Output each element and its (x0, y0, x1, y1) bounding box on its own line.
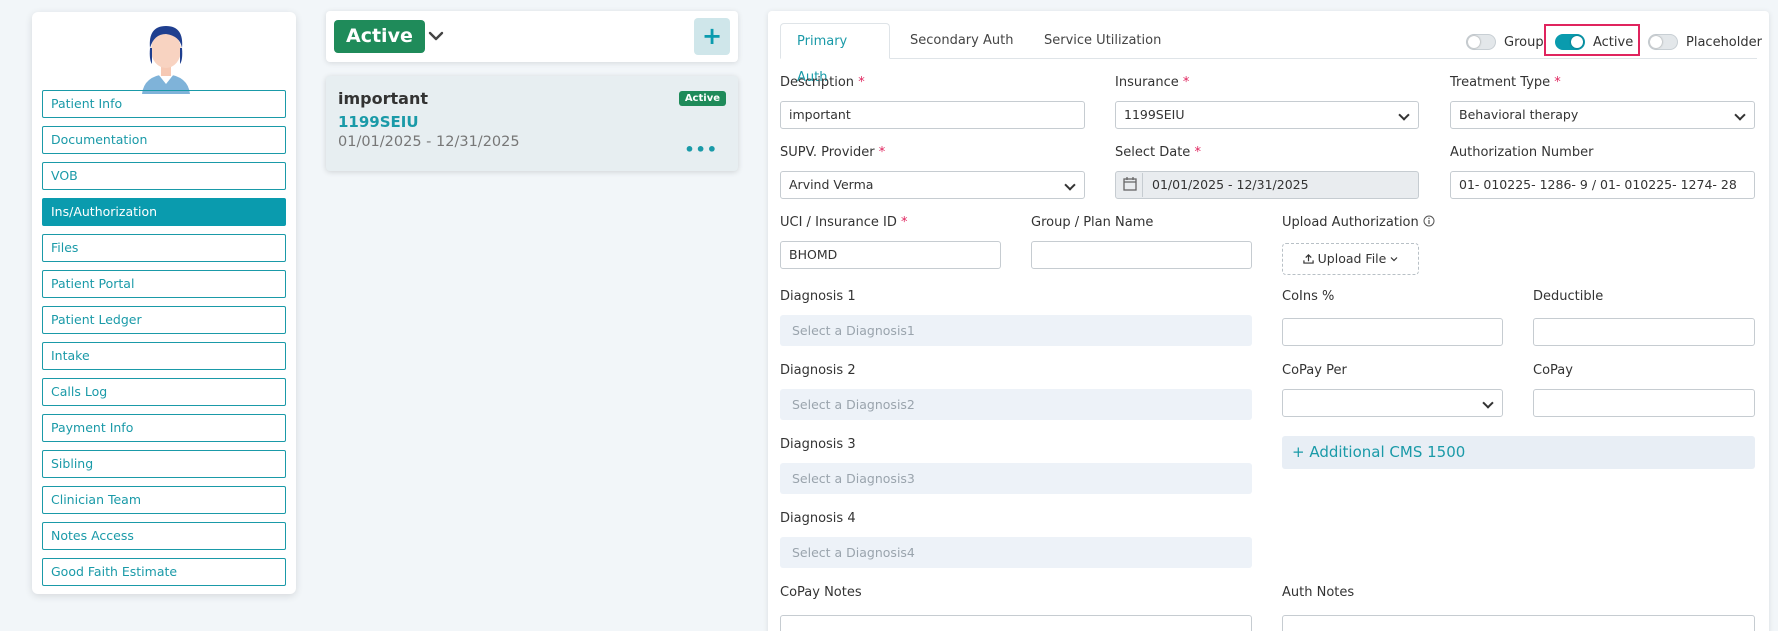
copay-notes-textarea[interactable] (780, 615, 1252, 631)
more-options-icon[interactable]: ••• (684, 140, 718, 159)
diagnosis4-label: Diagnosis 4 (780, 511, 856, 526)
info-icon (1423, 215, 1435, 227)
supv-provider-label: SUPV. Provider * (780, 145, 886, 160)
diagnosis3-label: Diagnosis 3 (780, 437, 856, 452)
calendar-icon (1117, 173, 1143, 197)
additional-cms-1500-button[interactable]: + Additional CMS 1500 (1282, 436, 1755, 469)
insurance-select[interactable]: 1199SEIU (1115, 101, 1419, 129)
auth-list-toolbar: Active + (326, 11, 738, 62)
patient-avatar-icon (142, 26, 190, 94)
sidebar-item-notes-access[interactable]: Notes Access (42, 522, 286, 550)
status-badge: Active (678, 91, 726, 106)
group-toggle[interactable]: Group (1466, 31, 1544, 53)
copay-per-select[interactable] (1282, 389, 1503, 417)
coins-label: CoIns % (1282, 289, 1335, 304)
sidebar-item-sibling[interactable]: Sibling (42, 450, 286, 478)
sidebar-item-calls-log[interactable]: Calls Log (42, 378, 286, 406)
treatment-type-label: Treatment Type * (1450, 75, 1561, 90)
copay-label: CoPay (1533, 363, 1573, 378)
uci-label: UCI / Insurance ID * (780, 215, 908, 230)
sidebar-item-good-faith-estimate[interactable]: Good Faith Estimate (42, 558, 286, 586)
patient-sidebar: Patient Info Documentation VOB Ins/Autho… (32, 12, 296, 594)
authorization-card[interactable]: important Active 1199SEIU 01/01/2025 - 1… (326, 76, 738, 171)
tab-primary-auth[interactable]: Primary Auth (780, 23, 890, 85)
copay-input[interactable] (1533, 389, 1755, 417)
auth-notes-label: Auth Notes (1282, 585, 1355, 600)
sidebar-item-ins-authorization[interactable]: Ins/Authorization (42, 198, 286, 226)
card-title: important (338, 89, 428, 108)
auth-number-input[interactable]: 01- 010225- 1286- 9 / 01- 010225- 1274- … (1450, 171, 1755, 199)
diagnosis4-select[interactable]: Select a Diagnosis4 (780, 537, 1252, 568)
copay-per-label: CoPay Per (1282, 363, 1347, 378)
chevron-down-icon (1390, 257, 1398, 262)
active-switch[interactable] (1555, 34, 1585, 50)
sidebar-item-vob[interactable]: VOB (42, 162, 286, 190)
sidebar-item-intake[interactable]: Intake (42, 342, 286, 370)
placeholder-toggle[interactable]: Placeholder (1648, 31, 1762, 53)
treatment-type-select[interactable]: Behavioral therapy (1450, 101, 1755, 129)
sidebar-item-patient-info[interactable]: Patient Info (42, 90, 286, 118)
supv-provider-select[interactable]: Arvind Verma (780, 171, 1085, 199)
upload-file-label: Upload File (1317, 251, 1387, 266)
tab-secondary-auth[interactable]: Secondary Auth (894, 23, 1029, 59)
date-range-value: 01/01/2025 - 12/31/2025 (1152, 177, 1309, 192)
upload-auth-label: Upload Authorization (1282, 215, 1435, 230)
diagnosis2-label: Diagnosis 2 (780, 363, 856, 378)
copay-notes-label: CoPay Notes (780, 585, 862, 600)
diagnosis1-label: Diagnosis 1 (780, 289, 856, 304)
card-date-range: 01/01/2025 - 12/31/2025 (338, 134, 520, 150)
insurance-label: Insurance * (1115, 75, 1190, 90)
deductible-label: Deductible (1533, 289, 1604, 304)
add-authorization-button[interactable]: + (694, 18, 730, 55)
card-insurance: 1199SEIU (338, 113, 419, 131)
upload-file-button[interactable]: Upload File (1282, 243, 1419, 275)
group-switch[interactable] (1466, 34, 1496, 50)
active-toggle[interactable]: Active (1555, 31, 1633, 53)
diagnosis2-select[interactable]: Select a Diagnosis2 (780, 389, 1252, 420)
auth-notes-textarea[interactable] (1282, 615, 1755, 631)
sidebar-nav: Patient Info Documentation VOB Ins/Autho… (42, 90, 286, 594)
chevron-down-icon[interactable] (424, 24, 448, 48)
deductible-input[interactable] (1533, 318, 1755, 346)
group-plan-input[interactable] (1031, 241, 1252, 269)
sidebar-item-files[interactable]: Files (42, 234, 286, 262)
authorization-form-panel: Primary Auth Secondary Auth Service Util… (768, 11, 1769, 631)
placeholder-switch[interactable] (1648, 34, 1678, 50)
sidebar-item-clinician-team[interactable]: Clinician Team (42, 486, 286, 514)
group-plan-label: Group / Plan Name (1031, 215, 1154, 230)
status-filter-button[interactable]: Active (334, 20, 425, 53)
tab-service-utilization[interactable]: Service Utilization (1028, 23, 1177, 59)
description-input[interactable]: important (780, 101, 1085, 129)
sidebar-item-patient-portal[interactable]: Patient Portal (42, 270, 286, 298)
diagnosis1-select[interactable]: Select a Diagnosis1 (780, 315, 1252, 346)
group-toggle-label: Group (1504, 34, 1544, 50)
description-label: Description * (780, 75, 865, 90)
active-toggle-label: Active (1593, 34, 1634, 50)
uci-input[interactable]: BHOMD (780, 241, 1001, 269)
placeholder-toggle-label: Placeholder (1686, 34, 1762, 50)
upload-icon (1302, 253, 1314, 264)
select-date-label: Select Date * (1115, 145, 1201, 160)
diagnosis3-select[interactable]: Select a Diagnosis3 (780, 463, 1252, 494)
date-range-input[interactable]: 01/01/2025 - 12/31/2025 (1115, 171, 1419, 199)
sidebar-item-patient-ledger[interactable]: Patient Ledger (42, 306, 286, 334)
coins-input[interactable] (1282, 318, 1503, 346)
auth-number-label: Authorization Number (1450, 145, 1594, 160)
sidebar-item-payment-info[interactable]: Payment Info (42, 414, 286, 442)
sidebar-item-documentation[interactable]: Documentation (42, 126, 286, 154)
